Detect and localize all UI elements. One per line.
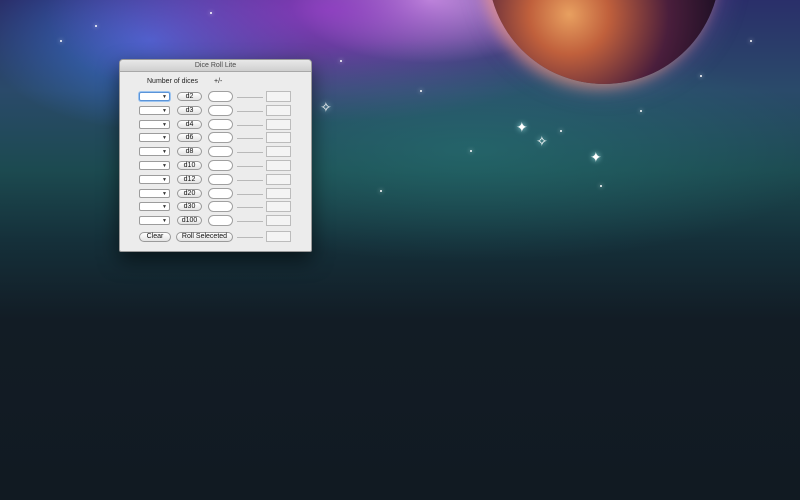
dice-count-select[interactable]: ▼ [139, 105, 170, 115]
separator-line [237, 179, 263, 181]
result-field [266, 187, 291, 199]
star [640, 110, 642, 112]
chevron-down-icon: ▼ [162, 135, 167, 142]
modifier-input[interactable] [208, 215, 233, 227]
star [420, 90, 422, 92]
chevron-down-icon: ▼ [162, 121, 167, 128]
chevron-down-icon: ▼ [162, 163, 167, 169]
dice-row-d10: ▼ d10 [139, 160, 299, 172]
chevron-down-icon: ▼ [162, 204, 167, 211]
planet-graphic [488, 0, 720, 84]
dice-count-select[interactable]: ▼ [139, 174, 170, 184]
separator-line [237, 152, 263, 154]
number-of-dices-header: Number of dices [147, 78, 198, 85]
chevron-down-icon: ▼ [162, 94, 167, 100]
dice-count-select[interactable]: ▼ [139, 133, 170, 143]
dice-count-select[interactable]: ▼ [139, 188, 170, 198]
dice-count-select[interactable]: ▼ [139, 202, 170, 212]
separator-line [237, 138, 263, 140]
dice-count-select[interactable]: ▼ [139, 92, 170, 101]
result-field [266, 215, 291, 227]
clear-button[interactable]: Clear [139, 232, 171, 242]
separator-line [237, 207, 263, 209]
dice-count-select[interactable]: ▼ [139, 119, 170, 129]
modifier-input[interactable] [208, 146, 233, 158]
total-result-field [266, 231, 291, 242]
roll-d3-button[interactable]: d3 [177, 105, 202, 115]
roll-d12-button[interactable]: d12 [177, 174, 202, 184]
modifier-input[interactable] [208, 132, 233, 144]
sparkle-icon: ✦ [590, 149, 602, 165]
modifier-input[interactable] [208, 91, 233, 102]
result-field [266, 118, 291, 130]
star [600, 185, 602, 187]
modifier-input[interactable] [208, 104, 233, 116]
star [700, 75, 702, 77]
star [750, 40, 752, 42]
dice-row-d3: ▼ d3 [139, 104, 299, 117]
chevron-down-icon: ▼ [162, 190, 167, 197]
dice-row-d12: ▼ d12 [139, 173, 299, 186]
separator-line [237, 124, 263, 126]
roll-d6-button[interactable]: d6 [177, 133, 202, 143]
result-field [266, 132, 291, 144]
roll-d30-button[interactable]: d30 [177, 202, 202, 212]
dice-count-select[interactable]: ▼ [139, 161, 170, 170]
roll-d20-button[interactable]: d20 [177, 188, 202, 198]
dice-row-d8: ▼ d8 [139, 146, 299, 158]
result-field [266, 173, 291, 185]
window-title[interactable]: Dice Roll Lite [120, 60, 311, 72]
roll-d2-button[interactable]: d2 [177, 92, 202, 101]
star [340, 60, 342, 62]
result-field [266, 146, 291, 158]
star [560, 130, 562, 132]
dice-row-d100: ▼ d100 [139, 215, 299, 227]
dice-row-d4: ▼ d4 [139, 118, 299, 131]
star [95, 25, 97, 27]
dice-row-d2: ▼ d2 [139, 91, 299, 103]
chevron-down-icon: ▼ [162, 107, 167, 114]
star [60, 40, 62, 42]
dice-row-d20: ▼ d20 [139, 187, 299, 200]
dice-count-select[interactable]: ▼ [139, 147, 170, 157]
result-field [266, 91, 291, 102]
dice-row-d6: ▼ d6 [139, 132, 299, 144]
roll-d10-button[interactable]: d10 [177, 161, 202, 170]
modifier-input[interactable] [208, 173, 233, 185]
star [380, 190, 382, 192]
roll-d8-button[interactable]: d8 [177, 147, 202, 157]
sparkle-icon: ✦ [516, 119, 528, 135]
sparkle-icon: ✧ [536, 133, 548, 149]
star [210, 12, 212, 14]
result-field [266, 104, 291, 116]
dice-row-d30: ▼ d30 [139, 201, 299, 213]
chevron-down-icon: ▼ [162, 176, 167, 183]
roll-selected-button[interactable]: Roll Seleceted [176, 232, 233, 242]
sparkle-icon: ✧ [320, 99, 332, 115]
modifier-input[interactable] [208, 187, 233, 199]
separator-line [237, 97, 263, 98]
separator-line [237, 221, 263, 223]
modifier-input[interactable] [208, 160, 233, 171]
separator-line [237, 166, 263, 167]
modifier-input[interactable] [208, 118, 233, 130]
chevron-down-icon: ▼ [162, 149, 167, 156]
dice-count-select[interactable]: ▼ [139, 216, 170, 226]
separator-line [237, 237, 263, 238]
roll-d100-button[interactable]: d100 [177, 216, 202, 226]
dice-roll-window: Dice Roll Lite Number of dices +/- ▼ d2 ▼ d… [119, 59, 312, 252]
separator-line [237, 110, 263, 112]
modifier-input[interactable] [208, 201, 233, 213]
chevron-down-icon: ▼ [162, 218, 167, 225]
result-field [266, 201, 291, 213]
roll-d4-button[interactable]: d4 [177, 119, 202, 129]
separator-line [237, 193, 263, 195]
star [470, 150, 472, 152]
result-field [266, 160, 291, 171]
modifier-header: +/- [214, 78, 223, 85]
